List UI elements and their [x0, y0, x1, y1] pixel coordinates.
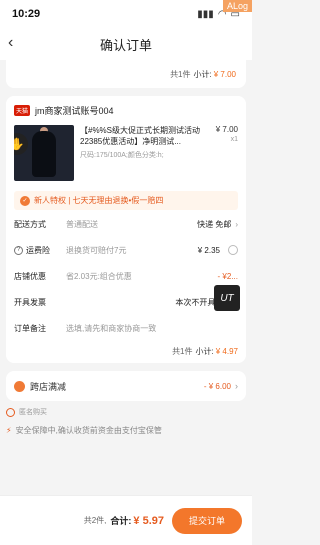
insurance-value: ¥ 2.35: [197, 245, 220, 255]
row-delivery[interactable]: 配送方式 普通配送 快递 免邮 ›: [14, 212, 238, 236]
prev-count: 共1件: [170, 69, 191, 79]
delivery-value: 快递 免邮: [197, 219, 232, 229]
promo-banner: ✓ 新人特权 | 七天无理由退换•假一赔四: [14, 191, 238, 210]
cross-store-discount[interactable]: 跨店满减 - ¥ 6.00 ›: [6, 371, 246, 401]
product-price: ¥ 7.00: [215, 125, 238, 134]
anonymous-purchase[interactable]: 匿名购买: [6, 407, 246, 417]
chevron-right-icon: ›: [235, 381, 238, 391]
hand-cursor-icon: ✋: [14, 133, 28, 155]
cross-amount: - ¥ 6.00: [203, 381, 231, 391]
row-shop-discount[interactable]: 店铺优惠 省2.03元:组合优惠 - ¥2...: [14, 264, 238, 288]
shop-card: 天猫 jm商家测试账号004 ✋ 【#%%S级大促正式长期测试活动22385优惠…: [6, 96, 246, 363]
delivery-hint: 普通配送: [66, 219, 98, 229]
note-input[interactable]: 选填,请先和商家协商一致: [66, 323, 156, 334]
discount-label: 店铺优惠: [14, 271, 46, 281]
safety-text: 安全保障中,确认收货前资金由支付宝保管: [15, 426, 162, 435]
row-insurance[interactable]: ? 运费险 退换货可赔付7元 ¥ 2.35: [14, 238, 238, 262]
insurance-hint: 退换货可赔付7元: [66, 245, 127, 255]
promo-text: 新人特权 | 七天无理由退换•假一赔四: [34, 196, 164, 205]
safety-notice: ⚡ 安全保障中,确认收货前资金由支付宝保管: [6, 425, 246, 436]
delivery-label: 配送方式: [14, 219, 46, 229]
page-title: 确认订单: [99, 37, 152, 53]
product-info: 【#%%S级大促正式长期测试活动22385优惠活动】净明测试... 尺码:175…: [80, 125, 202, 181]
anonymous-checkbox[interactable]: [6, 407, 15, 417]
shop-total-label: 小计:: [195, 347, 214, 356]
note-label: 订单备注: [14, 323, 46, 333]
shop-header: 天猫 jm商家测试账号004: [14, 104, 238, 117]
alog-badge[interactable]: ALog: [222, 0, 252, 12]
insurance-label-text: 运费险: [26, 245, 50, 255]
shop-total-count: 共1件: [172, 347, 193, 356]
prev-subtotal-label: 小计:: [193, 69, 212, 79]
total-count: 共2件,: [83, 516, 107, 525]
promo-icon: ✓: [20, 195, 30, 206]
model-dress: [32, 131, 56, 177]
product-qty: x1: [230, 136, 238, 143]
status-time: 10:29: [12, 8, 41, 20]
product-spec: 尺码:175/100A;颜色分类:h;: [80, 152, 164, 159]
back-icon[interactable]: ‹: [8, 34, 13, 52]
shop-name[interactable]: jm商家测试账号004: [35, 104, 114, 117]
lightning-icon: ⚡: [6, 426, 12, 435]
row-note[interactable]: 订单备注 选填,请先和商家协商一致: [14, 316, 238, 340]
discount-badge-icon: [14, 380, 25, 392]
anonymous-label: 匿名购买: [19, 409, 47, 416]
product-price-block: ¥ 7.00 x1: [208, 125, 238, 181]
chevron-right-icon: ›: [235, 219, 238, 229]
ut-overlay-icon[interactable]: UT: [214, 285, 240, 311]
tmall-badge: 天猫: [14, 105, 31, 116]
shop-total-value: ¥ 4.97: [215, 347, 238, 356]
shop-total: 共1件 小计: ¥ 4.97: [14, 340, 238, 357]
prev-subtotal: ¥ 7.00: [213, 69, 236, 79]
nav-bar: ‹ 确认订单: [0, 28, 252, 60]
prev-shop-summary: 共1件 小计: ¥ 7.00: [6, 60, 246, 88]
product-item[interactable]: ✋ 【#%%S级大促正式长期测试活动22385优惠活动】净明测试... 尺码:1…: [14, 125, 238, 181]
total-price: ¥ 5.97: [133, 514, 164, 527]
insurance-radio[interactable]: [228, 245, 238, 255]
discount-hint: 省2.03元:组合优惠: [66, 271, 132, 281]
status-bar: 10:29 ▮▮▮ ◠ ▭ ALog: [0, 0, 252, 28]
insurance-label: ? 运费险: [14, 245, 66, 256]
product-name: 【#%%S级大促正式长期测试活动22385优惠活动】净明测试...: [80, 126, 201, 146]
cross-label: 跨店满减: [30, 381, 67, 392]
total-label: 合计:: [110, 516, 132, 526]
product-image: ✋: [14, 125, 74, 181]
invoice-label: 开具发票: [14, 297, 46, 307]
submit-order-button[interactable]: 提交订单: [172, 507, 242, 534]
discount-value: - ¥2...: [217, 271, 238, 281]
row-invoice[interactable]: 开具发票 本次不开具发票 ›: [14, 290, 238, 314]
question-icon[interactable]: ?: [14, 245, 23, 255]
signal-icon: ▮▮▮: [197, 8, 214, 20]
bottom-bar: 共2件, 合计: ¥ 5.97 提交订单: [0, 495, 252, 545]
